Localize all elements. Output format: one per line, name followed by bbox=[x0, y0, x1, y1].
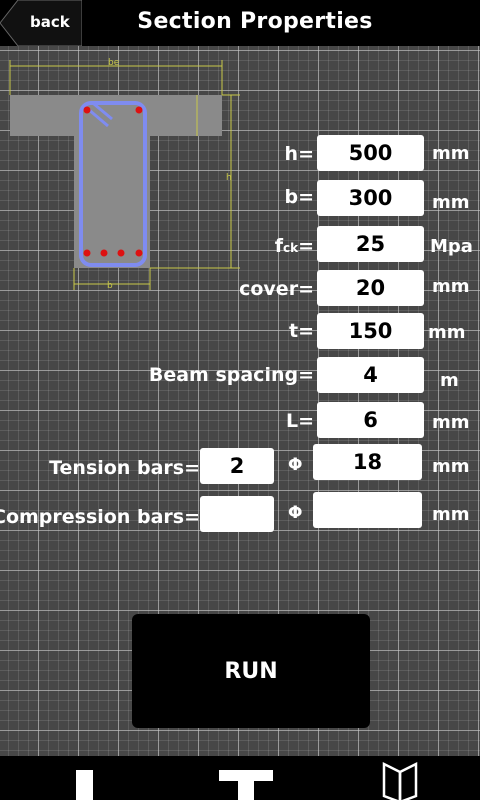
tension-phi-icon: Φ bbox=[288, 455, 303, 475]
bottom-nav bbox=[0, 756, 480, 800]
t-label: t= bbox=[288, 320, 314, 342]
fck-label: fck= bbox=[275, 235, 314, 257]
fck-label-equals: = bbox=[298, 235, 314, 257]
tension-bar-diameter-input[interactable]: 18 bbox=[313, 444, 422, 480]
t-unit: mm bbox=[428, 322, 466, 343]
t-section-icon[interactable] bbox=[219, 770, 273, 800]
compression-phi-icon: Φ bbox=[288, 503, 303, 523]
l-unit: mm bbox=[432, 412, 470, 433]
l-input[interactable]: 6 bbox=[317, 402, 424, 438]
bottom-nav-icons bbox=[76, 761, 418, 800]
compression-bars-label: Compression bars= bbox=[0, 506, 200, 528]
t-input[interactable]: 150 bbox=[317, 313, 424, 349]
fck-input[interactable]: 25 bbox=[317, 226, 424, 262]
b-unit: mm bbox=[432, 192, 470, 213]
tension-unit: mm bbox=[432, 456, 470, 477]
rectangular-section-icon[interactable] bbox=[76, 770, 93, 800]
h-input[interactable]: 500 bbox=[317, 135, 424, 171]
cover-label: cover= bbox=[239, 278, 314, 300]
beam-spacing-input[interactable]: 4 bbox=[317, 357, 424, 393]
run-button[interactable]: RUN bbox=[132, 614, 370, 728]
height-label: h bbox=[226, 173, 232, 183]
cover-input[interactable]: 20 bbox=[317, 270, 424, 306]
beam-spacing-unit: m bbox=[440, 370, 459, 391]
flange-width-label: be bbox=[108, 58, 120, 68]
fck-label-subscript: ck bbox=[282, 241, 299, 255]
tension-bars-count-input[interactable]: 2 bbox=[200, 448, 274, 484]
compression-bars-count-input[interactable] bbox=[200, 496, 274, 532]
l-label: L= bbox=[285, 410, 314, 432]
cover-unit: mm bbox=[432, 276, 470, 297]
beam-spacing-label: Beam spacing= bbox=[148, 364, 314, 386]
web-shape bbox=[74, 136, 150, 268]
book-icon[interactable] bbox=[382, 761, 418, 800]
tension-bars-label: Tension bars= bbox=[49, 457, 200, 479]
compression-unit: mm bbox=[432, 504, 470, 525]
fck-label-main: f bbox=[274, 235, 283, 257]
web-width-label: b bbox=[107, 281, 113, 291]
fck-unit: Mpa bbox=[430, 236, 473, 257]
h-label: h= bbox=[284, 143, 314, 165]
page-title: Section Properties bbox=[137, 9, 373, 34]
t-section-diagram: be h b bbox=[9, 58, 240, 291]
compression-bar-diameter-input[interactable] bbox=[313, 492, 422, 528]
b-input[interactable]: 300 bbox=[317, 180, 424, 216]
h-unit: mm bbox=[432, 143, 470, 164]
top-bar: back Section Properties bbox=[0, 0, 480, 46]
b-label: b= bbox=[284, 186, 314, 208]
